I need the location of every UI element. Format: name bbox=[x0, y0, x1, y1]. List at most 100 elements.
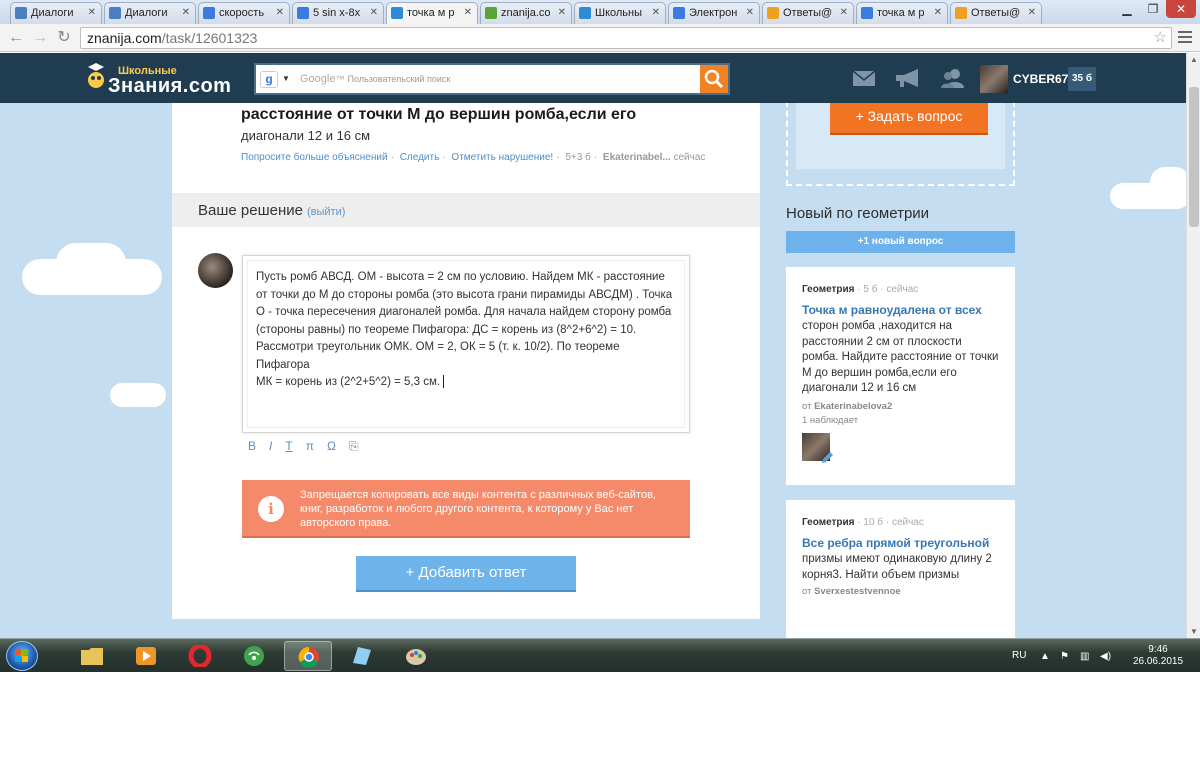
start-button[interactable] bbox=[6, 641, 38, 671]
search-icon bbox=[704, 69, 724, 89]
browser-tab[interactable]: 5 sin x-8x ✕ bbox=[292, 2, 384, 24]
network-icon[interactable]: ▥ bbox=[1080, 651, 1089, 662]
browser-tab[interactable]: точка м р ✕ bbox=[386, 2, 478, 24]
exit-link[interactable]: (выйти) bbox=[307, 206, 345, 218]
browser-tab[interactable]: Диалоги ✕ bbox=[10, 2, 102, 24]
taskbar-explorer[interactable] bbox=[68, 641, 116, 671]
scrollbar-thumb[interactable] bbox=[1189, 87, 1199, 227]
logo-title[interactable]: Знания.com bbox=[108, 75, 231, 98]
add-answer-button[interactable]: + Добавить ответ bbox=[356, 556, 576, 592]
attachment-icon[interactable]: ⎘ bbox=[349, 439, 359, 454]
tab-close-icon[interactable]: ✕ bbox=[182, 7, 190, 18]
answer-line: (стороны равны) по теореме Пифагора: ДС … bbox=[256, 323, 637, 336]
browser-tab[interactable]: Диалоги ✕ bbox=[104, 2, 196, 24]
taskbar-paint[interactable] bbox=[392, 641, 440, 671]
card-title[interactable]: Точка м равноудалена от всех bbox=[802, 303, 1002, 317]
page-scrollbar[interactable]: ▲ ▼ bbox=[1186, 53, 1200, 638]
tab-label: Диалоги bbox=[31, 7, 74, 19]
google-badge-icon[interactable]: g bbox=[260, 71, 278, 88]
card-points: 5 б bbox=[863, 284, 878, 295]
taskbar-notes[interactable] bbox=[338, 641, 386, 671]
warning-text: Запрещается копировать все виды контента… bbox=[300, 489, 656, 529]
tab-close-icon[interactable]: ✕ bbox=[934, 7, 942, 18]
new-question-button[interactable]: +1 новый вопрос bbox=[786, 231, 1015, 253]
answer-editor[interactable]: Пусть ромб АВСД. ОМ - высота = 2 см по у… bbox=[242, 255, 690, 433]
reload-icon[interactable]: ↻ bbox=[54, 28, 74, 48]
tab-close-icon[interactable]: ✕ bbox=[652, 7, 660, 18]
user-avatar[interactable] bbox=[980, 65, 1008, 93]
taskbar-opera[interactable] bbox=[176, 641, 224, 671]
browser-tab[interactable]: точка м р ✕ bbox=[856, 2, 948, 24]
minimize-icon[interactable]: ▁ bbox=[1114, 0, 1140, 18]
answer-textarea[interactable]: Пусть ромб АВСД. ОМ - высота = 2 см по у… bbox=[247, 260, 685, 428]
scroll-down-icon[interactable]: ▼ bbox=[1189, 627, 1199, 636]
question-time: сейчас bbox=[673, 152, 706, 163]
tab-close-icon[interactable]: ✕ bbox=[840, 7, 848, 18]
system-clock[interactable]: 9:46 26.06.2015 bbox=[1128, 644, 1188, 668]
tab-label: Школьны bbox=[595, 7, 643, 19]
tab-close-icon[interactable]: ✕ bbox=[464, 7, 472, 18]
back-arrow-icon[interactable]: ← bbox=[6, 28, 26, 48]
volume-icon[interactable]: ◀) bbox=[1100, 651, 1111, 662]
ask-question-button[interactable]: + Задать вопрос bbox=[830, 103, 988, 135]
omega-symbol-icon[interactable]: Ω bbox=[327, 439, 336, 453]
friends-icon[interactable] bbox=[940, 68, 966, 88]
question-author[interactable]: Ekaterinabel... bbox=[603, 152, 671, 163]
tab-close-icon[interactable]: ✕ bbox=[276, 7, 284, 18]
sidebar-question-card[interactable]: Геометрия · 10 б · сейчас Все ребра прям… bbox=[786, 500, 1015, 638]
tray-flag-icon[interactable]: ⚑ bbox=[1060, 651, 1069, 662]
tab-close-icon[interactable]: ✕ bbox=[746, 7, 754, 18]
follow-link[interactable]: Следить bbox=[400, 152, 440, 163]
chat-favicon-icon bbox=[15, 7, 27, 19]
restore-icon[interactable]: ❐ bbox=[1140, 0, 1166, 18]
card-subject[interactable]: Геометрия bbox=[802, 284, 855, 295]
answer-line: МК = корень из (2^2+5^2) = 5,3 см. bbox=[256, 374, 676, 392]
bookmark-star-icon[interactable]: ☆ bbox=[1154, 28, 1167, 48]
taskbar-chrome[interactable] bbox=[284, 641, 332, 671]
question-points: 5+3 б bbox=[565, 152, 591, 163]
taskbar-media-player[interactable] bbox=[122, 641, 170, 671]
messages-icon[interactable] bbox=[852, 68, 876, 88]
pi-symbol-icon[interactable]: π bbox=[306, 439, 314, 453]
sidebar-question-card[interactable]: Геометрия · 5 б · сейчас Точка м равноуд… bbox=[786, 267, 1015, 485]
tab-close-icon[interactable]: ✕ bbox=[370, 7, 378, 18]
cloud-decoration bbox=[110, 383, 166, 407]
tab-close-icon[interactable]: ✕ bbox=[558, 7, 566, 18]
underline-icon[interactable]: T bbox=[285, 439, 292, 453]
taskbar-network-app[interactable] bbox=[230, 641, 278, 671]
znanija-favicon-icon bbox=[579, 7, 591, 19]
search-input[interactable] bbox=[296, 68, 696, 90]
report-link[interactable]: Отметить нарушение! bbox=[451, 152, 553, 163]
browser-tab[interactable]: Электрон ✕ bbox=[668, 2, 760, 24]
chevron-down-icon[interactable]: ▼ bbox=[282, 74, 290, 83]
bold-icon[interactable]: B bbox=[248, 439, 256, 453]
solution-header: Ваше решение (выйти) bbox=[172, 193, 760, 227]
owl-logo-icon[interactable] bbox=[84, 63, 108, 93]
language-indicator[interactable]: RU bbox=[1012, 650, 1026, 661]
browser-tab[interactable]: Ответы@ ✕ bbox=[950, 2, 1042, 24]
ask-more-link[interactable]: Попросите больше объяснений bbox=[241, 152, 388, 163]
card-author: от Ekaterinabelova2 bbox=[802, 401, 893, 412]
scroll-up-icon[interactable]: ▲ bbox=[1189, 55, 1199, 64]
tab-close-icon[interactable]: ✕ bbox=[88, 7, 96, 18]
forward-arrow-icon[interactable]: → bbox=[30, 28, 50, 48]
browser-menu-icon[interactable] bbox=[1176, 28, 1194, 46]
paint-icon bbox=[406, 649, 426, 665]
browser-tab[interactable]: znanija.co ✕ bbox=[480, 2, 572, 24]
window-close-icon[interactable]: ✕ bbox=[1166, 0, 1196, 18]
card-title[interactable]: Все ребра прямой треугольной bbox=[802, 536, 1002, 550]
tab-close-icon[interactable]: ✕ bbox=[1028, 7, 1036, 18]
google-favicon-icon bbox=[297, 7, 309, 19]
tray-expand-icon[interactable]: ▲ bbox=[1040, 651, 1050, 662]
browser-tab[interactable]: Школьны ✕ bbox=[574, 2, 666, 24]
search-button[interactable] bbox=[700, 65, 728, 93]
italic-icon[interactable]: I bbox=[269, 439, 272, 453]
browser-tab[interactable]: скорость ✕ bbox=[198, 2, 290, 24]
url-field[interactable]: znanija.com/task/12601323 ☆ bbox=[80, 27, 1172, 49]
browser-tab[interactable]: Ответы@ ✕ bbox=[762, 2, 854, 24]
card-subject[interactable]: Геометрия bbox=[802, 517, 855, 528]
megaphone-icon[interactable] bbox=[894, 68, 922, 88]
ask-question-panel: + Задать вопрос bbox=[786, 103, 1015, 186]
username[interactable]: CYBER67 bbox=[1013, 72, 1068, 86]
chrome-favicon-icon bbox=[485, 7, 497, 19]
